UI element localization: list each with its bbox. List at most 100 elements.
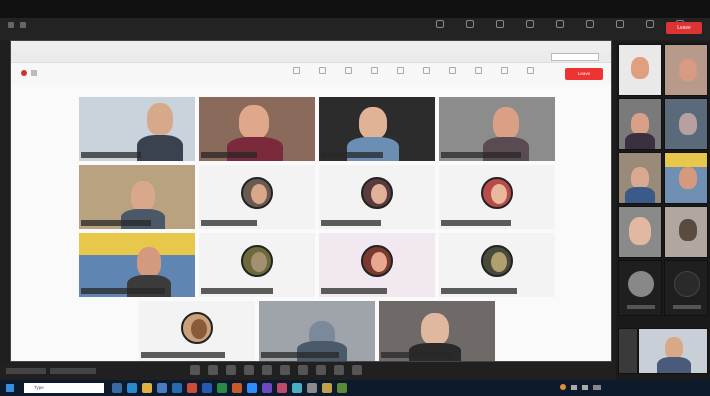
sidebar-avatar-tile[interactable] bbox=[618, 260, 662, 316]
smile-icon bbox=[474, 67, 482, 74]
info-icon[interactable] bbox=[20, 22, 26, 28]
participant-body bbox=[625, 187, 655, 203]
participant-body bbox=[297, 341, 347, 361]
notice-button[interactable] bbox=[551, 53, 599, 61]
participant-name bbox=[381, 352, 453, 358]
app-icon[interactable] bbox=[190, 365, 200, 375]
app-icon bbox=[8, 22, 14, 28]
video-tile[interactable] bbox=[199, 165, 315, 229]
inner-more-button[interactable] bbox=[521, 67, 539, 74]
inner-security-button[interactable] bbox=[339, 67, 357, 74]
self-view-tile[interactable] bbox=[638, 328, 708, 374]
windows-start-icon[interactable] bbox=[6, 384, 14, 392]
video-tile[interactable] bbox=[79, 233, 195, 297]
app-icon[interactable] bbox=[307, 383, 317, 393]
app-icon[interactable] bbox=[334, 365, 344, 375]
participant-name bbox=[81, 152, 141, 158]
system-tray bbox=[560, 384, 601, 390]
inner-reactions-button[interactable] bbox=[469, 67, 487, 74]
app-icon[interactable] bbox=[337, 383, 347, 393]
network-icon[interactable] bbox=[571, 384, 577, 390]
taskbar-search-input[interactable]: Type bbox=[24, 383, 104, 393]
sidebar-avatar-tile[interactable] bbox=[664, 260, 708, 316]
sidebar-video-tile[interactable] bbox=[618, 206, 662, 258]
app-icon[interactable] bbox=[352, 365, 362, 375]
video-tile[interactable] bbox=[319, 233, 435, 297]
chrome-icon[interactable] bbox=[187, 383, 197, 393]
participant-avatar bbox=[181, 311, 213, 344]
shared-taskbar-strip bbox=[0, 362, 616, 380]
app-icon[interactable] bbox=[262, 383, 272, 393]
app-icon[interactable] bbox=[208, 365, 218, 375]
participants-button[interactable] bbox=[520, 20, 540, 28]
video-tile[interactable] bbox=[259, 301, 375, 361]
camera-icon bbox=[466, 20, 474, 28]
volume-icon[interactable] bbox=[582, 384, 588, 390]
folder-icon[interactable] bbox=[142, 383, 152, 393]
app-icon[interactable] bbox=[277, 383, 287, 393]
sidebar-video-tile[interactable] bbox=[618, 44, 662, 96]
info-icon[interactable] bbox=[31, 70, 37, 76]
app-icon[interactable] bbox=[244, 365, 254, 375]
app-icon[interactable] bbox=[316, 365, 326, 375]
share-screen-button[interactable] bbox=[580, 20, 600, 28]
weather-icon[interactable] bbox=[560, 384, 566, 390]
video-tile[interactable] bbox=[379, 301, 495, 361]
video-button[interactable] bbox=[460, 20, 480, 28]
language-indicator[interactable] bbox=[593, 384, 601, 390]
store-icon[interactable] bbox=[157, 383, 167, 393]
powerpoint-icon[interactable] bbox=[232, 383, 242, 393]
inner-record-button[interactable] bbox=[443, 67, 461, 74]
excel-icon[interactable] bbox=[217, 383, 227, 393]
task-view-icon[interactable] bbox=[112, 383, 122, 393]
sidebar-video-tile[interactable] bbox=[664, 98, 708, 150]
participant-avatar bbox=[241, 176, 273, 209]
flag-stripe bbox=[665, 153, 707, 167]
participant-avatar bbox=[481, 244, 513, 277]
sidebar-video-tile[interactable] bbox=[618, 328, 638, 374]
video-tile[interactable] bbox=[439, 165, 555, 229]
record-button[interactable] bbox=[610, 20, 630, 28]
video-tile[interactable] bbox=[199, 233, 315, 297]
shield-icon bbox=[344, 67, 352, 74]
inner-participants-button[interactable] bbox=[365, 67, 383, 74]
app-icon[interactable] bbox=[292, 383, 302, 393]
app-icon[interactable] bbox=[226, 365, 236, 375]
inner-chat-button[interactable] bbox=[391, 67, 409, 74]
inner-mute-button[interactable] bbox=[287, 67, 305, 74]
video-tile[interactable] bbox=[199, 97, 315, 161]
app-icon[interactable] bbox=[262, 365, 272, 375]
participant-name bbox=[141, 352, 225, 358]
mail-icon[interactable] bbox=[172, 383, 182, 393]
zoom-icon[interactable] bbox=[247, 383, 257, 393]
edge-icon[interactable] bbox=[127, 383, 137, 393]
inner-share-button[interactable] bbox=[417, 67, 435, 74]
video-tile[interactable] bbox=[439, 97, 555, 161]
word-icon[interactable] bbox=[202, 383, 212, 393]
sidebar-video-tile[interactable] bbox=[664, 44, 708, 96]
sidebar-video-tile[interactable] bbox=[664, 206, 708, 258]
sidebar-video-tile[interactable] bbox=[664, 152, 708, 204]
video-tile[interactable] bbox=[79, 97, 195, 161]
video-tile[interactable] bbox=[79, 165, 195, 229]
chat-button[interactable] bbox=[550, 20, 570, 28]
mute-button[interactable] bbox=[430, 20, 450, 28]
more-icon bbox=[526, 67, 534, 74]
security-button[interactable] bbox=[490, 20, 510, 28]
video-tile[interactable] bbox=[139, 301, 255, 361]
video-tile[interactable] bbox=[319, 97, 435, 161]
sidebar-video-tile[interactable] bbox=[618, 98, 662, 150]
record-icon bbox=[616, 20, 624, 28]
sidebar-video-tile[interactable] bbox=[618, 152, 662, 204]
app-icon[interactable] bbox=[322, 383, 332, 393]
video-tile[interactable] bbox=[319, 165, 435, 229]
reactions-button[interactable] bbox=[640, 20, 660, 28]
video-tile[interactable] bbox=[439, 233, 555, 297]
inner-apps-button[interactable] bbox=[495, 67, 513, 74]
app-icon[interactable] bbox=[298, 365, 308, 375]
inner-video-button[interactable] bbox=[313, 67, 331, 74]
inner-leave-button[interactable]: Leave bbox=[565, 68, 603, 80]
leave-button[interactable]: Leave bbox=[666, 22, 702, 34]
app-icon[interactable] bbox=[280, 365, 290, 375]
apps-icon bbox=[500, 67, 508, 74]
